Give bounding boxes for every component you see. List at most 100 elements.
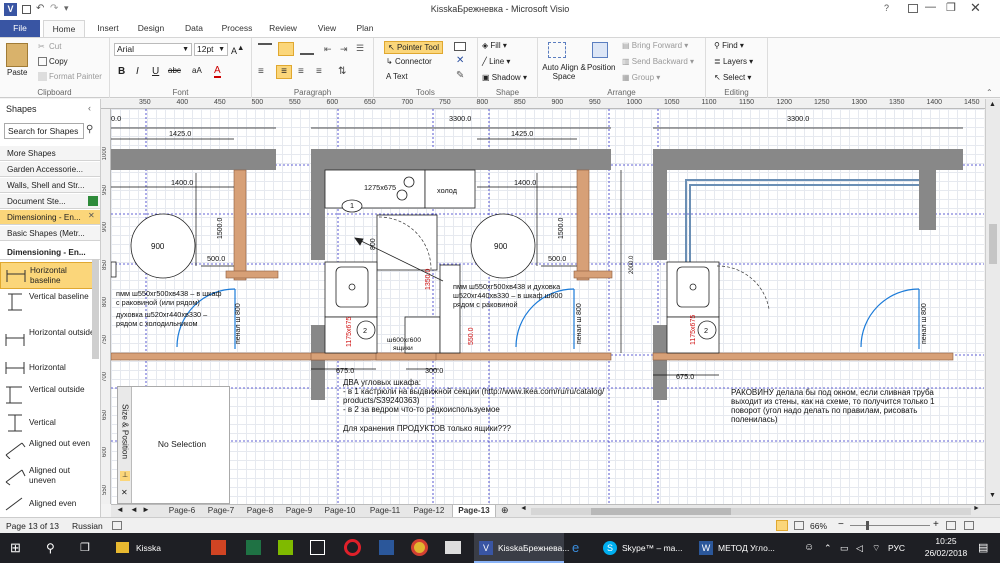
edge-icon[interactable]: e bbox=[572, 540, 579, 555]
taskbar-folder-kisska[interactable]: Kisska bbox=[110, 533, 202, 563]
pen-icon[interactable]: ✎ bbox=[456, 70, 464, 81]
notifications-icon[interactable]: ▤ bbox=[978, 533, 988, 563]
ribbon-display-icon[interactable] bbox=[908, 4, 918, 13]
minimize-icon[interactable]: — bbox=[925, 1, 936, 13]
excel-icon[interactable] bbox=[246, 540, 261, 555]
collapse-panel-icon[interactable]: ‹ bbox=[88, 103, 91, 113]
tab-design[interactable]: Design bbox=[130, 20, 172, 37]
stencil-basic-shapes[interactable]: Basic Shapes (Metr... bbox=[0, 226, 100, 241]
macro-record-icon[interactable] bbox=[112, 521, 122, 530]
search-icon[interactable]: ⚲ bbox=[86, 124, 93, 135]
stencil-dimensioning-en-2[interactable]: Dimensioning - En... bbox=[0, 245, 100, 260]
pin-icon[interactable]: ✕ bbox=[88, 211, 95, 220]
align-top-icon[interactable] bbox=[258, 43, 272, 55]
chrome-icon[interactable] bbox=[411, 539, 428, 556]
tab-data[interactable]: Data bbox=[176, 20, 212, 37]
quick-access-customize-icon[interactable]: ▾ bbox=[64, 3, 69, 14]
restore-icon[interactable]: ❐ bbox=[946, 1, 956, 14]
shadow-button[interactable]: ▣ Shadow ▾ bbox=[482, 73, 527, 82]
shape-aligned-even[interactable]: Aligned even bbox=[0, 491, 99, 518]
paste-icon[interactable] bbox=[6, 43, 28, 67]
store-icon[interactable] bbox=[310, 540, 325, 555]
shape-vertical[interactable]: Vertical bbox=[0, 410, 99, 437]
fit-page-icon[interactable] bbox=[776, 520, 788, 531]
text-tool-button[interactable]: A Text bbox=[386, 72, 408, 81]
zoom-slider[interactable] bbox=[850, 525, 930, 526]
connector-button[interactable]: ↳ Connector bbox=[386, 57, 432, 66]
paste-button[interactable]: Paste bbox=[7, 68, 27, 77]
copy-button[interactable]: Copy bbox=[38, 57, 68, 67]
fit-window-icon[interactable] bbox=[946, 521, 956, 530]
zoom-in-icon[interactable]: + bbox=[933, 519, 939, 530]
shape-aligned-out-even[interactable]: Aligned out even bbox=[0, 436, 99, 463]
pointer-tool-button[interactable]: ↖ Pointer Tool bbox=[384, 41, 444, 54]
hscroll-left-icon[interactable]: ◄ bbox=[520, 505, 527, 512]
zoom-out-icon[interactable]: − bbox=[838, 519, 844, 530]
undo-icon[interactable]: ↶ bbox=[36, 3, 44, 14]
rectangle-icon[interactable] bbox=[454, 42, 466, 51]
first-page-icon[interactable]: ◄ bbox=[116, 505, 124, 514]
line-button[interactable]: ╱ Line ▾ bbox=[482, 57, 510, 66]
position-icon[interactable] bbox=[592, 42, 608, 58]
align-center-icon[interactable]: ≡ bbox=[276, 65, 292, 79]
align-right-icon[interactable]: ≡ bbox=[298, 66, 304, 77]
font-name-select[interactable]: Arial ▼ bbox=[114, 43, 192, 56]
pin-window-icon[interactable]: ⊥ bbox=[120, 471, 130, 481]
italic-button[interactable]: I bbox=[136, 66, 139, 77]
scroll-up-icon[interactable]: ▲ bbox=[989, 101, 996, 108]
close-icon[interactable]: ✕ bbox=[970, 0, 981, 16]
redo-icon[interactable]: ↷ bbox=[50, 3, 58, 14]
justify-icon[interactable]: ≡ bbox=[316, 66, 322, 77]
page-number-status[interactable]: Page 13 of 13 bbox=[6, 521, 59, 531]
next-page-icon[interactable]: ► bbox=[142, 505, 150, 514]
stencil-dimensioning-en-1[interactable]: Dimensioning - En... bbox=[0, 210, 100, 225]
taskbar-visio[interactable]: V KisskaБрежнева... bbox=[474, 533, 569, 563]
send-backward-button[interactable]: ▥ Send Backward ▾ bbox=[622, 57, 694, 66]
find-button[interactable]: ⚲ Find ▾ bbox=[714, 41, 744, 50]
hscroll-right-icon[interactable]: ► bbox=[973, 505, 980, 512]
bold-button[interactable]: B bbox=[118, 66, 125, 77]
switch-windows-icon[interactable] bbox=[964, 521, 974, 530]
taskbar-word-doc[interactable]: W МЕТОД Угло... bbox=[694, 533, 786, 563]
shape-aligned-out-uneven[interactable]: Aligned out uneven bbox=[0, 463, 99, 490]
sticky-notes-icon[interactable] bbox=[278, 540, 293, 555]
text-direction-icon[interactable]: ⇅ bbox=[338, 66, 346, 77]
position-button[interactable]: Position bbox=[587, 63, 615, 72]
cut-button[interactable]: ✂ Cut bbox=[38, 42, 61, 51]
close-x-icon[interactable]: ✕ bbox=[456, 55, 464, 66]
tray-chevron-icon[interactable]: ⌃ bbox=[824, 533, 832, 563]
auto-align-button[interactable]: Auto Align & Space bbox=[542, 63, 586, 81]
align-bottom-icon[interactable] bbox=[300, 43, 314, 55]
shape-horizontal-baseline[interactable]: Horizontal baseline bbox=[0, 262, 99, 289]
font-size-select[interactable]: 12pt ▼ bbox=[194, 43, 228, 56]
underline-button[interactable]: U bbox=[152, 66, 159, 77]
clock-time[interactable]: 10:25 bbox=[925, 536, 967, 546]
stencil-garden-accessories[interactable]: Garden Accessorie... bbox=[0, 162, 100, 177]
auto-align-icon[interactable] bbox=[548, 42, 566, 58]
decrease-indent-icon[interactable]: ⇤ bbox=[324, 44, 332, 55]
shapes-scrollbar[interactable] bbox=[92, 259, 99, 359]
drawing-canvas[interactable]: 0.0 1425.0 1400.0 3300.0 1425.0 1400.0 3… bbox=[111, 109, 984, 504]
align-middle-icon[interactable] bbox=[278, 42, 294, 56]
prev-page-icon[interactable]: ◄ bbox=[130, 505, 138, 514]
tab-process[interactable]: Process bbox=[216, 20, 258, 37]
help-icon[interactable]: ? bbox=[884, 3, 889, 13]
select-button[interactable]: ↖ Select ▾ bbox=[714, 73, 751, 82]
insert-page-icon[interactable]: ⊕ bbox=[501, 505, 509, 516]
people-icon[interactable]: ☺ bbox=[804, 533, 814, 563]
zoom-slider-thumb[interactable] bbox=[866, 521, 869, 530]
align-left-icon[interactable]: ≡ bbox=[258, 66, 264, 77]
wifi-icon[interactable]: ⌔ bbox=[872, 533, 880, 563]
volume-icon[interactable]: ◁ bbox=[856, 533, 863, 563]
scroll-down-icon[interactable]: ▼ bbox=[989, 492, 996, 499]
search-shapes-field[interactable]: Search for Shapes bbox=[4, 123, 84, 139]
zoom-level[interactable]: 66% bbox=[810, 521, 827, 531]
full-screen-icon[interactable] bbox=[794, 521, 804, 530]
layers-button[interactable]: ≣ Layers ▾ bbox=[714, 57, 753, 66]
group-button[interactable]: ▦ Group ▾ bbox=[622, 73, 660, 82]
clock-date[interactable]: 26/02/2018 bbox=[918, 548, 974, 558]
tab-review[interactable]: Review bbox=[262, 20, 304, 37]
bring-forward-button[interactable]: ▤ Bring Forward ▾ bbox=[622, 41, 688, 50]
shape-vertical-baseline[interactable]: Vertical baseline bbox=[0, 289, 99, 316]
visio-app-icon[interactable]: V bbox=[4, 3, 17, 16]
